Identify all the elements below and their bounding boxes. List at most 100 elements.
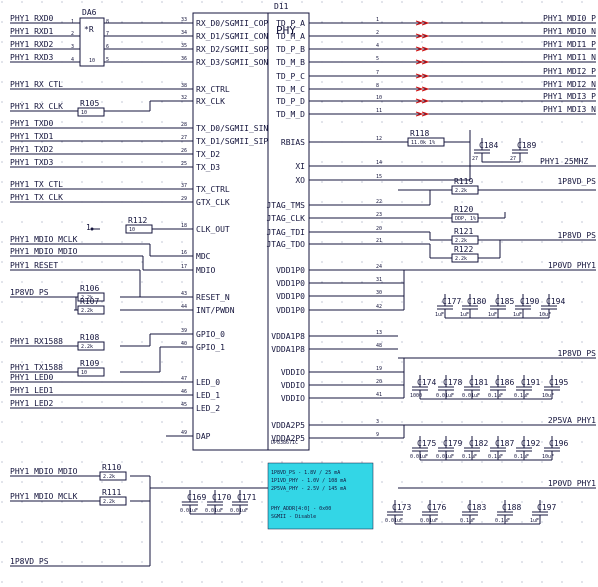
phy-pin-number: 12 <box>376 136 382 142</box>
phy-pin-name: VDDIO <box>281 368 305 377</box>
resistor-ref: R108 <box>80 333 99 342</box>
phy-pin-number: 46 <box>181 389 187 395</box>
net-label: PHY1_RESET <box>10 261 58 270</box>
cap-1p0-value: 1uF <box>513 312 522 318</box>
net-label: PHY1_RXD2 <box>10 40 54 49</box>
cap-xtal-value: 27 <box>472 156 478 162</box>
net-label: PHY1_RXD3 <box>10 53 54 62</box>
cap-bl-ref: C171 <box>237 493 256 502</box>
phy-pin-name: VDDA2P5 <box>271 421 305 430</box>
cap-io-ref: C191 <box>521 378 540 387</box>
net-label: PHY1_LED2 <box>10 399 54 408</box>
mdi-net-label: PHY1_MDI1_P <box>543 40 596 49</box>
phy-pin-name: TD_M_C <box>276 85 305 94</box>
resistor-value: 2.2k <box>103 499 115 505</box>
mdi-net-label: PHY1_MDI0_N <box>543 27 596 36</box>
cap-io-value: 1000 <box>410 393 422 399</box>
net-label: PHY1_RXD1 <box>10 27 54 36</box>
power-note-line: 1P1VD_PHY - 1.0V / 108 mA <box>271 478 346 484</box>
phy-pin-name: LED_1 <box>196 391 220 400</box>
phy-pin-name: MDIO <box>196 266 215 275</box>
resistor-value: 2.2k <box>81 344 93 350</box>
cap-2p5-ref: C196 <box>549 439 568 448</box>
phy-pin-number: 8 <box>376 83 379 89</box>
phy-pin-number: 44 <box>181 304 187 310</box>
cap-1p0-value: 1uF <box>488 312 497 318</box>
net-label: PHY1_TXD2 <box>10 145 54 154</box>
net-label: PHY1_TXD0 <box>10 119 54 128</box>
phy-pin-number: 40 <box>181 341 187 347</box>
cap-1p0-ref: C185 <box>495 297 514 306</box>
cap-xtal-value: 27 <box>510 156 516 162</box>
phy-pin-name: TX_D1/SGMII_SIP <box>196 137 268 146</box>
phy-pin-number: 29 <box>181 196 187 202</box>
net-label: PHY1_TXD3 <box>10 158 54 167</box>
phy-pin-number: 43 <box>181 291 187 297</box>
cap-io-value: 0.1uF <box>514 393 529 399</box>
phy-pin-name: VDDA1P8 <box>271 345 305 354</box>
resistor-value: 11.0k 1% <box>411 140 435 146</box>
phy-pin-number: 47 <box>181 376 187 382</box>
phy-pin-name: LED_2 <box>196 404 220 413</box>
resistor-ref: R118 <box>410 129 429 138</box>
phy-pin-number: 21 <box>376 238 382 244</box>
phy-pin-number: 22 <box>376 199 382 205</box>
phy-pin-number: 16 <box>181 250 187 256</box>
resistor-value: 10 <box>129 227 135 233</box>
phy-pin-number: 33 <box>181 17 187 23</box>
phy-pin-number: 3 <box>376 419 379 425</box>
phy-pin-number: 7 <box>376 70 379 76</box>
phy-pin-number: 37 <box>181 183 187 189</box>
resistor-ref: R111 <box>102 488 121 497</box>
power-note-box: 1P8VD_PS - 1.8V / 25 mA 1P1VD_PHY - 1.0V… <box>267 462 374 530</box>
supply-net-label: 1P8VD_PS <box>557 349 596 358</box>
net-label: PHY1_MDIO_MCLK <box>10 492 78 501</box>
phy-pin-number: 10 <box>376 95 382 101</box>
net-label: PHY1_MDIO_MDIO <box>10 247 78 256</box>
cap-xtal-ref: C184 <box>479 141 498 150</box>
da6-value: 10 <box>89 58 95 64</box>
cap-br-ref: C173 <box>392 503 411 512</box>
cap-1p0-ref: C177 <box>442 297 461 306</box>
cap-br-value: 1uF <box>530 518 539 524</box>
resistor-value: 10 <box>81 370 87 376</box>
cap-1p0-ref: C194 <box>546 297 565 306</box>
cap-br-value: 0.01uF <box>385 518 403 524</box>
net-label: PHY1_MDIO_MCLK <box>10 235 78 244</box>
phy-pin-name: VDD1P0 <box>276 279 305 288</box>
cap-2p5-ref: C182 <box>469 439 488 448</box>
phy-pin-name: TD_P_A <box>276 19 305 28</box>
phy-pin-name: VDD1P0 <box>276 266 305 275</box>
phy-pin-name: XO <box>295 176 305 185</box>
phy-pin-number: 15 <box>376 174 382 180</box>
phy-pin-name: INT/PWDN <box>196 306 235 315</box>
cap-1p0-value: 10uF <box>539 312 551 318</box>
phy-pin-name: LED_0 <box>196 378 220 387</box>
phy-pin-number: 11 <box>376 108 382 114</box>
phy-pin-number: 39 <box>181 328 187 334</box>
cap-io-ref: C195 <box>549 378 568 387</box>
phy-pin-name: VDDA2P5 <box>271 434 305 443</box>
phy-pin-number: 42 <box>376 304 382 310</box>
supply-net-label: 1P8VD_PS <box>557 231 596 240</box>
phy-pin-number: 34 <box>181 30 187 36</box>
resistor-ref: R105 <box>80 99 99 108</box>
net-label: PHY1_TX1588 <box>10 363 63 372</box>
phy-pin-name: JTAG_TDO <box>266 240 305 249</box>
phy-pin-name: GTX_CLK <box>196 198 230 207</box>
schematic-canvas: D11 PHY DP83867IC RX_D0/SGMII_COP 33 RX_D1… <box>0 0 598 583</box>
phy-pin-number: 31 <box>376 277 382 283</box>
phy-pin-name: TD_M_D <box>276 110 305 119</box>
phy-pin-number: 23 <box>376 212 382 218</box>
power-note-line: 2P5VA_PHY - 2.5V / 145 mA <box>271 486 346 492</box>
phy-pin-name: VDDIO <box>281 394 305 403</box>
phy-pin-name: VDD1P0 <box>276 292 305 301</box>
net-label: PHY1_TX_CTL <box>10 180 63 189</box>
cap-2p5-ref: C192 <box>521 439 540 448</box>
phy-pin-name: TD_P_D <box>276 97 305 106</box>
phy-pin-name: TX_D0/SGMII_SIN <box>196 124 268 133</box>
phy-pin-number: 1 <box>376 17 379 23</box>
cap-2p5-value: 0.1uF <box>488 454 503 460</box>
phy-pin-name: TD_M_A <box>276 32 305 41</box>
phy-pin-number: 30 <box>376 290 382 296</box>
